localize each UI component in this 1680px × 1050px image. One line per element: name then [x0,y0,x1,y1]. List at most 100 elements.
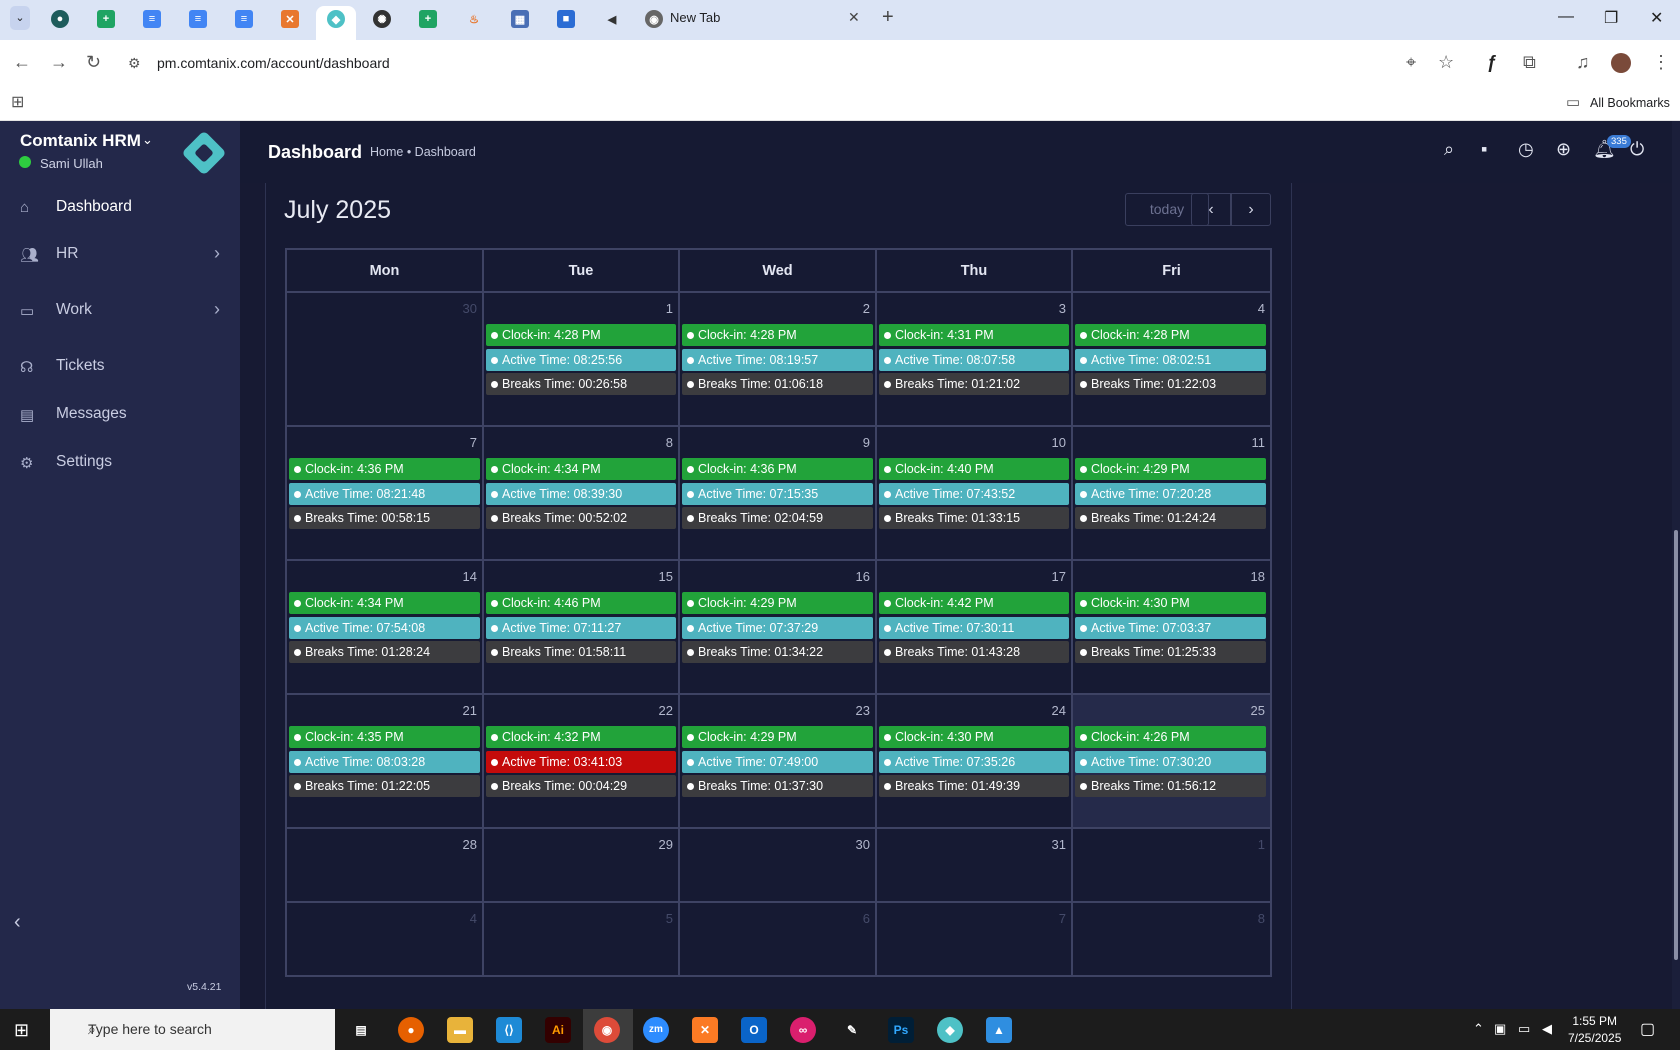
day-number[interactable]: 1 [1258,837,1265,852]
minimize-icon[interactable]: — [1558,8,1574,26]
brand-name[interactable]: Comtanix HRM [20,131,141,151]
show-hidden-icons[interactable]: ⌃ [1473,1021,1484,1037]
day-number[interactable]: 21 [463,703,477,718]
calendar-day-cell[interactable]: 28 [287,829,484,903]
media-icon[interactable]: ♫ [1576,52,1590,73]
calendar-day-cell[interactable]: 21 Clock-in: 4:35 PM Active Time: 08:03:28… [287,695,484,829]
clock-in-event[interactable]: Clock-in: 4:32 PM [486,726,676,748]
breaks-time-event[interactable]: Breaks Time: 00:26:58 [486,373,676,395]
tab-search-chevron-icon[interactable]: ⌄ [10,6,30,30]
clock-in-event[interactable]: Clock-in: 4:28 PM [682,324,873,346]
day-number[interactable]: 9 [863,435,870,450]
breaks-time-event[interactable]: Breaks Time: 00:04:29 [486,775,676,797]
breaks-time-event[interactable]: Breaks Time: 01:56:12 [1075,775,1266,797]
day-number[interactable]: 4 [470,911,477,926]
active-time-event[interactable]: Active Time: 07:54:08 [289,616,480,639]
photos-icon[interactable]: ▲ [986,1017,1012,1043]
breaks-time-event[interactable]: Breaks Time: 01:43:28 [879,641,1069,663]
active-time-event[interactable]: Active Time: 08:07:58 [879,348,1069,371]
day-number[interactable]: 29 [659,837,673,852]
windows-start-icon[interactable]: ⊞ [14,1020,29,1041]
day-number[interactable]: 15 [659,569,673,584]
day-number[interactable]: 30 [463,301,477,316]
extension-f-icon[interactable]: ƒ [1487,52,1497,73]
calendar-day-cell[interactable]: 5 [484,903,680,977]
breaks-time-event[interactable]: Breaks Time: 00:52:02 [486,507,676,529]
day-number[interactable]: 18 [1251,569,1265,584]
close-window-icon[interactable]: ✕ [1650,8,1663,28]
new-tab-label[interactable]: New Tab [670,10,720,25]
volume-icon[interactable]: ◀ [1542,1021,1552,1037]
calendar-day-cell[interactable]: 1 Clock-in: 4:28 PM Active Time: 08:25:56 B… [484,293,680,427]
day-number[interactable]: 4 [1258,301,1265,316]
restore-icon[interactable]: ❐ [1604,8,1618,28]
day-number[interactable]: 28 [463,837,477,852]
collapse-sidebar-icon[interactable]: ‹ [14,911,21,934]
power-icon[interactable]: ⏻ [1630,139,1644,160]
sidebar-item-settings[interactable]: ⚙ Settings [0,443,240,483]
chatgpt-tab-icon[interactable]: ✺ [373,10,391,28]
calendar-day-cell[interactable]: 29 [484,829,680,903]
sidebar-item-tickets[interactable]: ☊ Tickets [0,347,240,387]
calendar-day-cell[interactable]: 30 [680,829,877,903]
active-time-event[interactable]: Active Time: 08:19:57 [682,348,873,371]
clock-in-event[interactable]: Clock-in: 4:30 PM [1075,592,1266,614]
firefox-icon[interactable]: ● [398,1017,424,1043]
breaks-time-event[interactable]: Breaks Time: 01:21:02 [879,373,1069,395]
calendar-day-cell[interactable]: 4 Clock-in: 4:28 PM Active Time: 08:02:51 B… [1073,293,1270,427]
clock-in-event[interactable]: Clock-in: 4:36 PM [682,458,873,480]
day-number[interactable]: 17 [1052,569,1066,584]
breaks-time-event[interactable]: Breaks Time: 01:34:22 [682,641,873,663]
active-time-event[interactable]: Active Time: 08:21:48 [289,482,480,505]
add-icon[interactable]: ⊕ [1556,139,1571,160]
active-time-event[interactable]: Active Time: 03:41:03 [486,750,676,773]
breaks-time-event[interactable]: Breaks Time: 01:25:33 [1075,641,1266,663]
profile-avatar[interactable] [1611,53,1631,73]
clock-in-event[interactable]: Clock-in: 4:36 PM [289,458,480,480]
day-number[interactable]: 30 [856,837,870,852]
clock-icon[interactable]: ◷ [1518,139,1534,160]
active-time-event[interactable]: Active Time: 08:25:56 [486,348,676,371]
docs-tab-icon[interactable]: ≡ [235,10,253,28]
active-time-event[interactable]: Active Time: 07:37:29 [682,616,873,639]
new-tab-plus-icon[interactable]: + [882,6,894,29]
clock-in-event[interactable]: Clock-in: 4:40 PM [879,458,1069,480]
day-number[interactable]: 3 [1059,301,1066,316]
day-number[interactable]: 8 [1258,911,1265,926]
active-time-event[interactable]: Active Time: 07:15:35 [682,482,873,505]
active-time-event[interactable]: Active Time: 07:43:52 [879,482,1069,505]
active-time-event[interactable]: Active Time: 07:11:27 [486,616,676,639]
calendar-day-cell[interactable]: 1 [1073,829,1270,903]
taskbar-search[interactable]: ⌕ Type here to search [50,1009,335,1050]
sidebar-item-messages[interactable]: ▤ Messages [0,395,240,435]
breaks-time-event[interactable]: Breaks Time: 02:04:59 [682,507,873,529]
clock-in-event[interactable]: Clock-in: 4:26 PM [1075,726,1266,748]
file-explorer-icon[interactable]: ▬ [447,1017,473,1043]
active-time-event[interactable]: Active Time: 08:03:28 [289,750,480,773]
calendar-day-cell[interactable]: 31 [877,829,1073,903]
day-number[interactable]: 16 [856,569,870,584]
calendar-day-cell[interactable]: 15 Clock-in: 4:46 PM Active Time: 07:11:27… [484,561,680,695]
clock-in-event[interactable]: Clock-in: 4:28 PM [1075,324,1266,346]
calendar-day-cell[interactable]: 6 [680,903,877,977]
breaks-time-event[interactable]: Breaks Time: 00:58:15 [289,507,480,529]
grid-tab-icon[interactable]: ▦ [511,10,529,28]
day-number[interactable]: 22 [659,703,673,718]
breaks-time-event[interactable]: Breaks Time: 01:24:24 [1075,507,1266,529]
calendar-day-cell[interactable]: 3 Clock-in: 4:31 PM Active Time: 08:07:58 B… [877,293,1073,427]
xampp-tab-icon[interactable]: ✕ [281,10,299,28]
extensions-icon[interactable]: ⧉ [1523,52,1536,73]
creative-cloud-icon[interactable]: ∞ [790,1017,816,1043]
breaks-time-event[interactable]: Breaks Time: 01:22:03 [1075,373,1266,395]
forms-tab-icon[interactable]: ■ [557,10,575,28]
calendar-day-cell[interactable]: 8 Clock-in: 4:34 PM Active Time: 08:39:30 B… [484,427,680,561]
active-tab[interactable]: ◆ [316,6,356,40]
all-bookmarks[interactable]: All Bookmarks [1590,96,1670,110]
sidebar-item-dashboard[interactable]: ⌂ Dashboard [0,188,240,228]
scrollbar-thumb[interactable] [1674,530,1678,960]
zoom-icon[interactable]: zm [643,1017,669,1043]
prev-month-button[interactable]: ‹ [1191,193,1231,226]
day-number[interactable]: 7 [470,435,477,450]
calendar-day-cell[interactable]: 7 Clock-in: 4:36 PM Active Time: 08:21:48 B… [287,427,484,561]
calendar-day-cell[interactable]: 24 Clock-in: 4:30 PM Active Time: 07:35:26… [877,695,1073,829]
